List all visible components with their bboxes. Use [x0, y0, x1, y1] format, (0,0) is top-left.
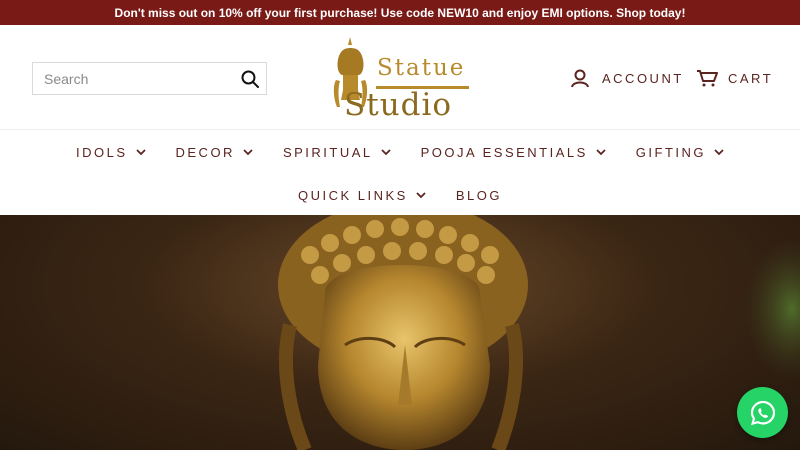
logo-text-studio: Studio: [344, 87, 453, 123]
main-navigation: IDOLS DECOR SPIRITUAL POOJA ESSENTIALS G…: [0, 131, 800, 215]
account-label[interactable]: ACCOUNT: [602, 71, 684, 86]
account-link[interactable]: ACCOUNT: [570, 66, 684, 90]
nav-item-pooja-essentials[interactable]: POOJA ESSENTIALS: [421, 143, 606, 161]
user-icon: [570, 68, 590, 88]
cart-label[interactable]: CART: [728, 71, 773, 86]
cart-link[interactable]: CART: [696, 66, 773, 90]
nav-item-decor[interactable]: DECOR: [176, 143, 253, 161]
site-logo[interactable]: Statue Studio: [330, 35, 475, 123]
nav-item-gifting[interactable]: GIFTING: [636, 143, 724, 161]
nav-item-spiritual[interactable]: SPIRITUAL: [283, 143, 391, 161]
nav-item-quick-links[interactable]: QUICK LINKS: [298, 186, 426, 204]
chevron-down-icon: [416, 191, 426, 199]
nav-label: POOJA ESSENTIALS: [420, 144, 588, 160]
buddha-head-image: [278, 215, 800, 450]
announcement-text[interactable]: Don't miss out on 10% off your first pur…: [115, 6, 686, 20]
whatsapp-chat-button[interactable]: [737, 387, 788, 438]
nav-label: IDOLS: [75, 144, 128, 160]
logo-text-statue: Statue: [377, 55, 466, 81]
nav-item-blog[interactable]: BLOG: [456, 186, 502, 204]
announcement-bar[interactable]: Don't miss out on 10% off your first pur…: [0, 0, 800, 25]
whatsapp-icon: [750, 400, 775, 425]
nav-row-primary: IDOLS DECOR SPIRITUAL POOJA ESSENTIALS G…: [0, 143, 800, 161]
nav-label: SPIRITUAL: [282, 144, 373, 160]
chevron-down-icon: [135, 148, 146, 156]
search-box[interactable]: [32, 62, 267, 95]
chevron-down-icon: [243, 148, 253, 156]
nav-label: DECOR: [175, 144, 235, 160]
nav-label: QUICK LINKS: [298, 187, 408, 203]
chevron-down-icon: [714, 148, 724, 156]
chevron-down-icon: [596, 148, 606, 156]
nav-item-idols[interactable]: IDOLS: [76, 143, 146, 161]
site-header: Statue Studio ACCOUNT CART: [0, 25, 800, 130]
search-input[interactable]: [33, 63, 234, 94]
nav-label: GIFTING: [635, 144, 707, 160]
nav-label: BLOG: [455, 187, 502, 203]
nav-row-secondary: QUICK LINKS BLOG: [0, 186, 800, 204]
hero-banner[interactable]: [0, 215, 800, 450]
search-icon[interactable]: [234, 63, 266, 94]
cart-icon: [696, 69, 718, 87]
chevron-down-icon: [381, 148, 391, 156]
